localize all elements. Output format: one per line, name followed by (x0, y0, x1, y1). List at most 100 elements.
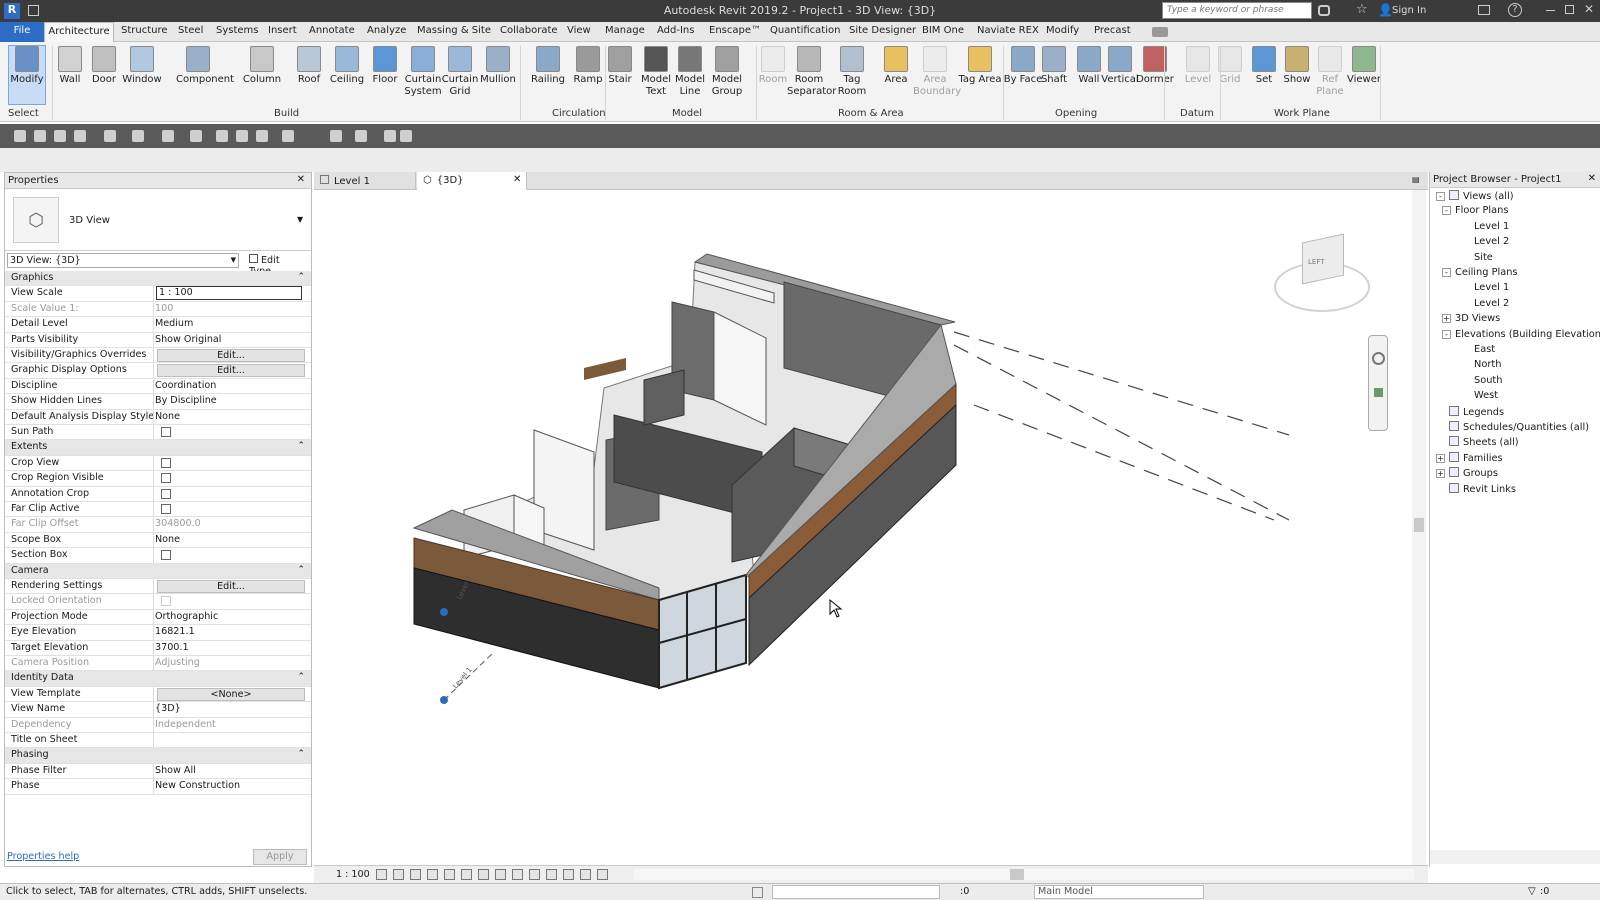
view-canvas[interactable]: Level 2 Level 1 LEFT (314, 190, 1428, 865)
browser-item-level-2[interactable]: Level 2 (1474, 236, 1509, 247)
tab-naviate-rex[interactable]: Naviate REX (977, 25, 1039, 36)
browser-item-south[interactable]: South (1474, 375, 1502, 386)
sync-icon[interactable] (54, 130, 66, 142)
property-value[interactable]: None (155, 534, 180, 545)
property-value[interactable]: Coordination (155, 380, 216, 391)
reveal-hidden-icon[interactable] (529, 869, 540, 880)
property-value[interactable]: Medium (155, 318, 193, 329)
property-value[interactable]: None (155, 411, 180, 422)
browser-item-site[interactable]: Site (1474, 252, 1493, 263)
browser-item-sheets-all[interactable]: Sheets (all) (1436, 436, 1519, 448)
browser-item-legends[interactable]: Legends (1436, 405, 1504, 418)
thin-lines-icon[interactable] (330, 130, 342, 142)
browser-item-ceiling-plans[interactable]: - Ceiling Plans (1442, 267, 1518, 278)
collapse-icon[interactable]: ⌃ (297, 672, 305, 682)
tab-manage[interactable]: Manage (605, 25, 645, 36)
collapse-icon[interactable]: ⌃ (297, 565, 305, 575)
property-edit-button[interactable]: Edit... (157, 364, 305, 378)
unlocked-3d-icon[interactable] (495, 869, 506, 880)
browser-item-level-2[interactable]: Level 2 (1474, 298, 1509, 309)
property-value[interactable]: 3700.1 (155, 642, 189, 653)
tab-site-designer[interactable]: Site Designer (849, 25, 916, 36)
type-dropdown-icon[interactable]: ▼ (297, 215, 303, 224)
render-icon[interactable] (444, 869, 455, 880)
workset-icon[interactable] (752, 887, 763, 898)
property-edit-button[interactable]: <None> (157, 687, 305, 701)
property-checkbox[interactable] (161, 473, 171, 484)
property-value[interactable]: By Discipline (155, 395, 217, 406)
collapse-icon[interactable]: ⌃ (297, 272, 305, 282)
project-browser-close-icon[interactable]: ✕ (1588, 173, 1596, 184)
analysis-icon[interactable] (563, 869, 574, 880)
tab-quantification[interactable]: Quantification (770, 25, 840, 36)
open-icon[interactable] (14, 130, 26, 142)
tab-systems[interactable]: Systems (216, 25, 259, 36)
property-checkbox[interactable] (161, 504, 171, 514)
property-value[interactable]: Orthographic (155, 611, 218, 622)
tab-collaborate[interactable]: Collaborate (500, 25, 558, 36)
tab-steel[interactable]: Steel (178, 25, 203, 36)
tab-analyze[interactable]: Analyze (367, 25, 406, 36)
collapse-icon[interactable]: - (1442, 206, 1451, 216)
property-edit-button[interactable]: Edit... (157, 349, 305, 362)
property-checkbox[interactable] (161, 427, 171, 437)
ribbon-button-column-5[interactable]: Column (240, 46, 284, 86)
ribbon-button-modify-0[interactable]: Modify (5, 46, 49, 86)
shadows-icon[interactable] (427, 869, 438, 880)
horizontal-scrollbar[interactable] (634, 869, 1414, 880)
vertical-scroll-thumb[interactable] (1414, 518, 1424, 532)
collapse-icon[interactable]: - (1442, 329, 1451, 339)
undo-icon[interactable] (74, 130, 86, 142)
apply-button[interactable]: Apply (253, 849, 307, 865)
tab-3d[interactable]: ⬡ {3D} ✕ (417, 172, 527, 190)
browser-item-level-1[interactable]: Level 1 (1474, 221, 1509, 232)
section-identity-data[interactable]: Identity Data ⌃ (5, 671, 311, 687)
workset-dropdown[interactable] (772, 885, 940, 899)
highlight-displacement-icon[interactable] (580, 869, 591, 880)
redo-icon[interactable] (104, 130, 116, 142)
browser-item-east[interactable]: East (1474, 344, 1495, 355)
tab-precast[interactable]: Precast (1094, 25, 1131, 36)
sign-in-button[interactable]: Sign In (1392, 5, 1426, 16)
dimension-icon[interactable] (190, 130, 202, 142)
tab-file[interactable]: File (0, 22, 44, 42)
browser-item-west[interactable]: West (1474, 390, 1498, 401)
instance-selector[interactable]: 3D View: {3D} ▼ (7, 253, 239, 268)
section-phasing[interactable]: Phasing ⌃ (5, 748, 311, 764)
minimize-icon[interactable] (1546, 10, 1555, 11)
browser-item-elevations-building-elevation[interactable]: - Elevations (Building Elevation) (1442, 329, 1600, 340)
tab-view[interactable]: View (567, 25, 591, 36)
text-icon[interactable] (236, 130, 248, 142)
navigation-bar[interactable] (1368, 335, 1388, 431)
property-checkbox[interactable] (161, 550, 171, 561)
ribbon-button-railing-12[interactable]: Railing (526, 46, 570, 86)
zoom-icon[interactable] (1374, 388, 1383, 397)
tag-icon[interactable] (216, 130, 228, 142)
property-value[interactable]: Show Original (155, 334, 221, 345)
horizontal-scroll-thumb[interactable] (1010, 869, 1024, 880)
switch-windows-icon[interactable] (384, 130, 396, 142)
ribbon-button-mullion-11[interactable]: Mullion (476, 46, 520, 86)
expand-icon[interactable]: + (1442, 314, 1451, 324)
vertical-scrollbar[interactable] (1412, 190, 1426, 865)
print-icon[interactable] (132, 130, 144, 142)
property-value[interactable]: 1 : 100 (156, 286, 302, 301)
building-3d-model[interactable] (314, 190, 1428, 865)
property-value[interactable]: 16821.1 (155, 626, 195, 637)
close-hidden-icon[interactable] (355, 130, 367, 142)
browser-item-3d-views[interactable]: +3D Views (1442, 313, 1500, 324)
temp-hide-icon[interactable] (512, 869, 523, 880)
star-icon[interactable]: ☆ (1356, 2, 1368, 17)
tab-massing-site[interactable]: Massing & Site (417, 25, 491, 36)
filter-icon[interactable]: ▽ (1528, 886, 1536, 897)
tab-menu-icon[interactable]: ▤ (1412, 175, 1420, 184)
browser-item-families[interactable]: + Families (1436, 451, 1503, 464)
user-icon[interactable]: 👤 (1378, 3, 1393, 17)
expand-icon[interactable]: + (1436, 453, 1445, 463)
properties-close-icon[interactable]: ✕ (297, 174, 305, 185)
edit-type-button[interactable]: Edit Type (245, 252, 307, 277)
expand-icon[interactable]: + (1436, 469, 1445, 479)
tab-modify[interactable]: Modify (1046, 25, 1079, 36)
property-edit-button[interactable]: Edit... (157, 580, 305, 593)
tab-enscape[interactable]: Enscape™ (709, 25, 761, 36)
